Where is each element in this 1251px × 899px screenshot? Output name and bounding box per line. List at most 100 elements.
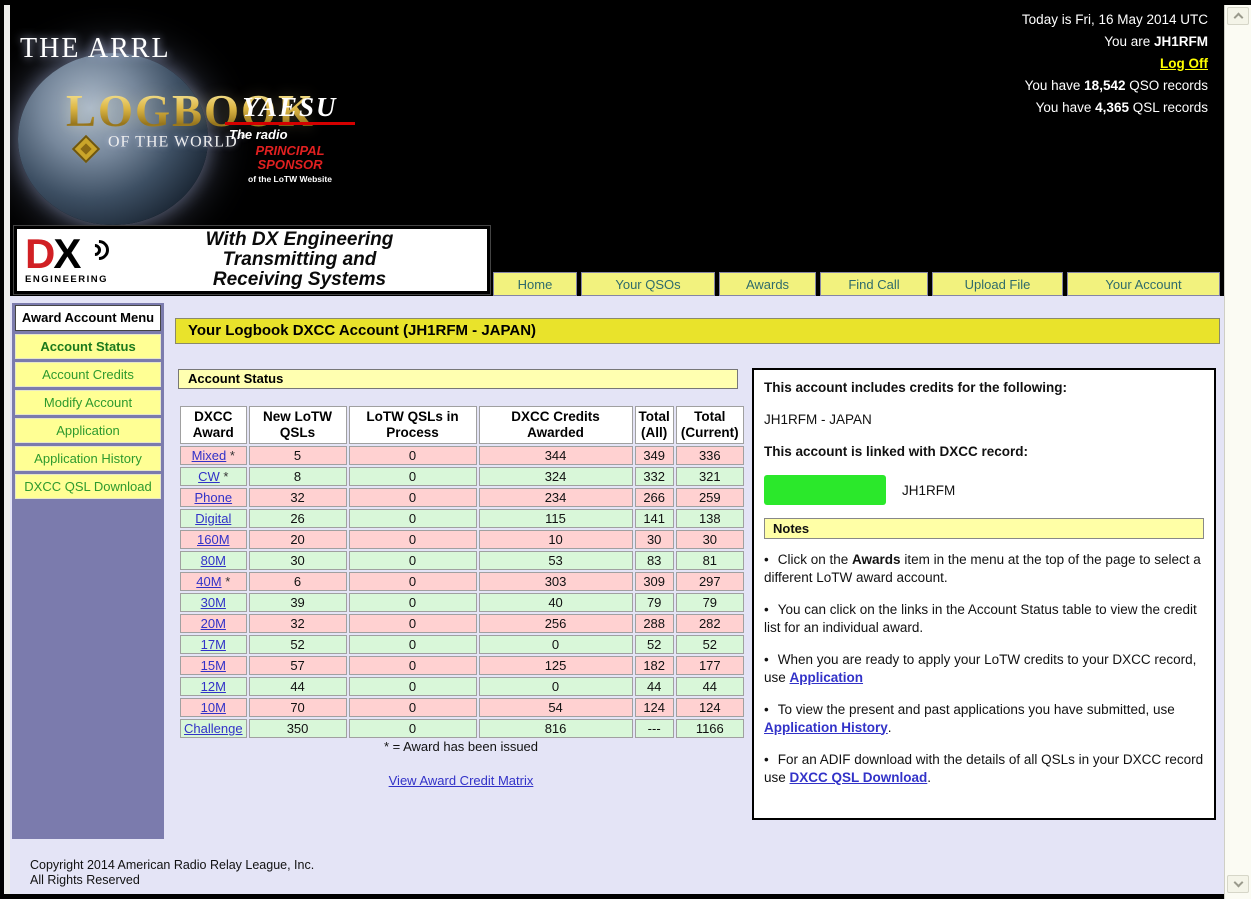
value-cell: 303 — [479, 572, 633, 591]
award-cell: Digital — [180, 509, 247, 528]
table-row: 80M300538381 — [180, 551, 744, 570]
value-cell: 321 — [676, 467, 744, 486]
table-row: 30M390407979 — [180, 593, 744, 612]
award-link[interactable]: 17M — [201, 637, 226, 652]
sidebar-item-account-credits[interactable]: Account Credits — [15, 362, 161, 387]
value-cell: 79 — [635, 593, 674, 612]
sidebar-item-application-history[interactable]: Application History — [15, 446, 161, 471]
value-cell: 44 — [676, 677, 744, 696]
value-cell: 30 — [676, 530, 744, 549]
sidebar-item-application[interactable]: Application — [15, 418, 161, 443]
award-link[interactable]: 12M — [201, 679, 226, 694]
dx-banner-slogan: With DX Engineering Transmitting and Rec… — [112, 230, 487, 290]
table-row: 12M44004444 — [180, 677, 744, 696]
bullet-icon: • — [764, 552, 769, 567]
note-text: You can click on the links in the Accoun… — [764, 602, 1197, 635]
value-cell: 0 — [349, 509, 477, 528]
value-cell: 6 — [249, 572, 347, 591]
value-cell: 309 — [635, 572, 674, 591]
issued-asterisk: * — [222, 574, 231, 589]
award-link[interactable]: 80M — [201, 553, 226, 568]
view-award-credit-matrix-link[interactable]: View Award Credit Matrix — [389, 773, 534, 788]
table-row: 40M *60303309297 — [180, 572, 744, 591]
nav-tab-find-call[interactable]: Find Call — [820, 272, 928, 296]
value-cell: 39 — [249, 593, 347, 612]
table-row: Digital260115141138 — [180, 509, 744, 528]
nav-tab-upload-file[interactable]: Upload File — [932, 272, 1063, 296]
note-bullet: •For an ADIF download with the details o… — [764, 751, 1204, 786]
value-cell: 0 — [479, 635, 633, 654]
redacted-name-block — [764, 475, 886, 505]
award-link[interactable]: Mixed — [192, 448, 227, 463]
award-cell: 80M — [180, 551, 247, 570]
value-cell: 234 — [479, 488, 633, 507]
sidebar-item-account-status[interactable]: Account Status — [15, 334, 161, 359]
award-link[interactable]: 15M — [201, 658, 226, 673]
note-link[interactable]: DXCC QSL Download — [790, 770, 928, 785]
award-link[interactable]: Phone — [194, 490, 232, 505]
value-cell: 282 — [676, 614, 744, 633]
value-cell: 79 — [676, 593, 744, 612]
award-link[interactable]: Digital — [195, 511, 231, 526]
nav-tab-awards[interactable]: Awards — [719, 272, 816, 296]
note-bullet: •To view the present and past applicatio… — [764, 701, 1204, 736]
vertical-scrollbar[interactable] — [1224, 5, 1251, 899]
value-cell: 125 — [479, 656, 633, 675]
value-cell: 44 — [249, 677, 347, 696]
value-cell: 26 — [249, 509, 347, 528]
table-row: Mixed *50344349336 — [180, 446, 744, 465]
credits-value: JH1RFM - JAPAN — [764, 411, 1204, 428]
value-cell: 0 — [349, 677, 477, 696]
logo-the-arrl: THE ARRL — [20, 33, 171, 65]
award-link[interactable]: Challenge — [184, 721, 243, 736]
value-cell: 32 — [249, 614, 347, 633]
note-text: . — [927, 770, 931, 785]
yaesu-principal-sponsor: PRINCIPALSPONSOR — [225, 144, 355, 172]
notes-section-header: Notes — [764, 518, 1204, 539]
note-link[interactable]: Application History — [764, 720, 888, 735]
nav-tab-your-account[interactable]: Your Account — [1067, 272, 1220, 296]
note-link[interactable]: Application — [790, 670, 864, 685]
award-link[interactable]: CW — [198, 469, 220, 484]
nav-tab-your-qsos[interactable]: Your QSOs — [581, 272, 715, 296]
award-cell: 40M * — [180, 572, 247, 591]
yaesu-subtext: of the LoTW Website — [225, 174, 355, 184]
log-off-link[interactable]: Log Off — [1160, 56, 1208, 71]
award-cell: 20M — [180, 614, 247, 633]
dx-engineering-ad-banner[interactable]: DX ENGINEERING With DX Engineering Trans… — [14, 226, 490, 294]
page-title: Your Logbook DXCC Account (JH1RFM - JAPA… — [175, 318, 1220, 344]
value-cell: 0 — [349, 467, 477, 486]
account-info-panel: This account includes credits for the fo… — [752, 368, 1216, 820]
scroll-down-button[interactable] — [1227, 875, 1249, 893]
note-text: To view the present and past application… — [778, 702, 1175, 717]
nav-tab-home[interactable]: Home — [493, 272, 577, 296]
value-cell: 53 — [479, 551, 633, 570]
award-link[interactable]: 20M — [201, 616, 226, 631]
value-cell: 115 — [479, 509, 633, 528]
scroll-up-button[interactable] — [1227, 7, 1249, 25]
value-cell: 0 — [349, 698, 477, 717]
sidebar-item-modify-account[interactable]: Modify Account — [15, 390, 161, 415]
award-cell: 15M — [180, 656, 247, 675]
award-link[interactable]: 160M — [197, 532, 230, 547]
value-cell: 256 — [479, 614, 633, 633]
col-total-current: Total (Current) — [676, 406, 744, 444]
value-cell: 177 — [676, 656, 744, 675]
qso-record-count: You have 18,542 QSO records — [1022, 75, 1208, 97]
note-text: . — [888, 720, 892, 735]
value-cell: 57 — [249, 656, 347, 675]
value-cell: 30 — [249, 551, 347, 570]
award-link[interactable]: 10M — [201, 700, 226, 715]
sidebar-title: Award Account Menu — [15, 305, 161, 331]
sidebar-item-dxcc-qsl-download[interactable]: DXCC QSL Download — [15, 474, 161, 499]
award-link[interactable]: 40M — [196, 574, 221, 589]
award-link[interactable]: 30M — [201, 595, 226, 610]
value-cell: 182 — [635, 656, 674, 675]
table-row: Phone320234266259 — [180, 488, 744, 507]
value-cell: 32 — [249, 488, 347, 507]
value-cell: 0 — [349, 635, 477, 654]
value-cell: 0 — [349, 446, 477, 465]
account-status-table: DXCC Award New LoTW QSLs LoTW QSLs in Pr… — [178, 404, 746, 740]
soundwave-icon — [85, 235, 113, 263]
value-cell: 0 — [349, 719, 477, 738]
